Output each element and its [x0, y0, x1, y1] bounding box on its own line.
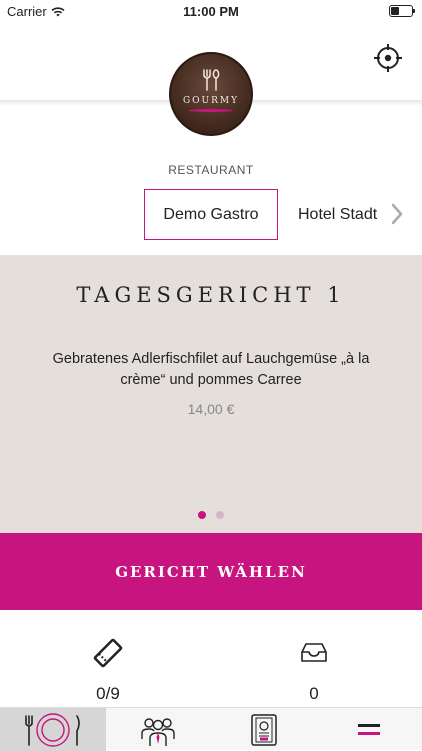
tab-more[interactable] — [317, 708, 422, 751]
ticket-icon[interactable] — [92, 637, 124, 674]
tab-menu-card[interactable] — [211, 708, 317, 751]
chevron-right-icon[interactable] — [390, 202, 404, 231]
restaurant-label: RESTAURANT — [0, 163, 422, 177]
choose-dish-button[interactable]: GERICHT WÄHLEN — [0, 533, 422, 610]
gourmy-logo: GOURMY — [169, 52, 253, 136]
page-dot-active[interactable] — [198, 511, 206, 519]
restaurant-option[interactable]: Hotel Stadt — [298, 189, 380, 240]
vouchers-count: 0/9 — [78, 684, 138, 704]
logo-swoosh — [189, 109, 233, 112]
page-indicator[interactable] — [198, 511, 224, 519]
users-icon — [140, 713, 176, 747]
tab-dishes[interactable] — [0, 708, 106, 751]
status-bar: Carrier 11:00 PM — [0, 0, 422, 22]
hamburger-menu-icon — [356, 720, 382, 740]
tab-bar — [0, 707, 422, 750]
dish-price: 14,00 € — [0, 401, 422, 417]
plate-cutlery-icon — [18, 711, 88, 749]
dish-description: Gebratenes Adlerfischfilet auf Lauchgemü… — [40, 349, 382, 391]
dish-title: TAGESGERICHT 1 — [0, 283, 422, 307]
menu-card-icon — [249, 713, 279, 747]
battery-icon — [389, 5, 413, 17]
restaurant-option-selected[interactable]: Demo Gastro — [144, 189, 278, 240]
clock: 11:00 PM — [0, 4, 422, 19]
page-dot[interactable] — [216, 511, 224, 519]
tab-team[interactable] — [106, 708, 212, 751]
locate-crosshair-icon[interactable] — [372, 42, 404, 74]
inbox-icon[interactable] — [299, 637, 329, 672]
logo-text: GOURMY — [171, 96, 251, 106]
inbox-count: 0 — [284, 684, 344, 704]
fork-spoon-icon — [199, 68, 223, 92]
dish-card[interactable]: TAGESGERICHT 1 Gebratenes Adlerfischfile… — [0, 255, 422, 533]
